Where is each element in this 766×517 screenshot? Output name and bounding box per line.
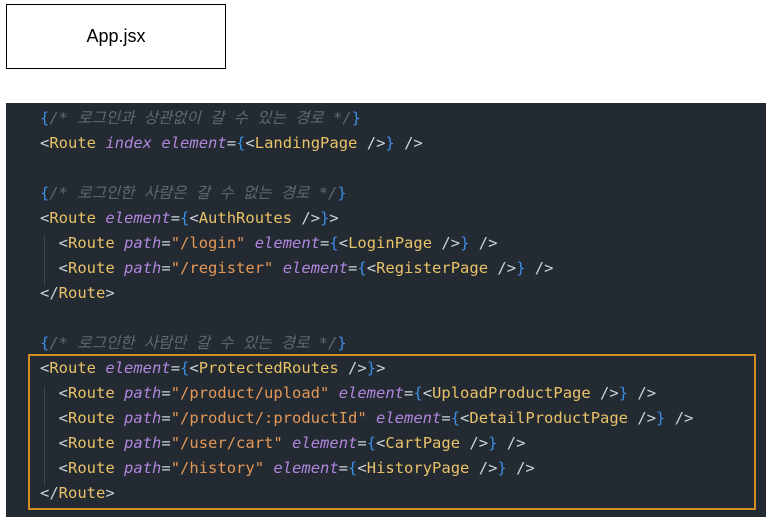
code-tag: Route xyxy=(49,359,97,377)
code-string: "/product/upload" xyxy=(170,384,330,402)
code-tag: Route xyxy=(68,459,115,477)
code-attribute: path xyxy=(124,434,162,452)
code-attribute: path xyxy=(124,259,162,277)
file-name-label: App.jsx xyxy=(6,4,226,69)
code-line: <Route element={<AuthRoutes />}> xyxy=(40,209,339,227)
code-attribute: element xyxy=(105,209,171,227)
code-component: AuthRoutes xyxy=(198,209,293,227)
code-tag: Route xyxy=(68,434,115,452)
code-tag: Route xyxy=(68,234,115,252)
code-component: LoginPage xyxy=(348,234,433,252)
code-attribute: index xyxy=(105,134,153,152)
code-attribute: element xyxy=(161,134,227,152)
code-component: RegisterPage xyxy=(376,259,489,277)
code-component: LandingPage xyxy=(254,134,358,152)
code-line: <Route index element={<LandingPage />} /… xyxy=(40,134,423,152)
code-attribute: element xyxy=(338,384,405,402)
code-attribute: element xyxy=(105,359,171,377)
code-component: DetailProductPage xyxy=(469,409,629,427)
code-tag: Route xyxy=(58,484,106,502)
code-attribute: path xyxy=(124,409,162,427)
code-string: "/history" xyxy=(170,459,265,477)
code-line: <Route path="/product/:productId" elemen… xyxy=(58,409,694,427)
code-line: <Route path="/product/upload" element={<… xyxy=(58,384,657,402)
code-line: <Route path="/user/cart" element={<CartP… xyxy=(58,434,526,452)
code-attribute: path xyxy=(124,384,162,402)
code-component: CartPage xyxy=(385,434,461,452)
code-line: </Route> xyxy=(40,284,115,302)
code-line: {/* 로그인한 사람만 갈 수 있는 경로 */} xyxy=(40,334,347,352)
code-editor[interactable]: {/* 로그인과 상관없이 갈 수 있는 경로 */} <Route index… xyxy=(6,103,766,517)
code-component: ProtectedRoutes xyxy=(198,359,339,377)
code-tag: Route xyxy=(68,259,115,277)
code-attribute: element xyxy=(273,459,339,477)
code-attribute: path xyxy=(124,459,162,477)
code-component: UploadProductPage xyxy=(432,384,591,402)
code-tag: Route xyxy=(49,134,97,152)
code-comment: /* 로그인한 사람만 갈 수 있는 경로 */ xyxy=(49,334,338,352)
code-tag: Route xyxy=(68,384,115,402)
code-comment: /* 로그인과 상관없이 갈 수 있는 경로 */ xyxy=(49,109,352,127)
code-line: <Route path="/history" element={<History… xyxy=(58,459,535,477)
code-attribute: element xyxy=(292,434,358,452)
code-comment: /* 로그인한 사람은 갈 수 없는 경로 */ xyxy=(49,184,338,202)
code-line: {/* 로그인과 상관없이 갈 수 있는 경로 */} xyxy=(40,109,361,127)
code-attribute: element xyxy=(282,259,349,277)
code-string: "/register" xyxy=(170,259,274,277)
code-string: "/login" xyxy=(170,234,246,252)
code-attribute: element xyxy=(376,409,442,427)
code-line: <Route path="/login" element={<LoginPage… xyxy=(58,234,498,252)
code-string: "/user/cart" xyxy=(170,434,283,452)
code-tag: Route xyxy=(58,284,106,302)
code-string: "/product/:productId" xyxy=(170,409,367,427)
code-line: {/* 로그인한 사람은 갈 수 없는 경로 */} xyxy=(40,184,347,202)
code-attribute: element xyxy=(254,234,321,252)
code-line: </Route> xyxy=(40,484,115,502)
code-component: HistoryPage xyxy=(366,459,470,477)
code-tag: Route xyxy=(68,409,115,427)
code-tag: Route xyxy=(49,209,97,227)
code-attribute: path xyxy=(124,234,162,252)
code-line: <Route path="/register" element={<Regist… xyxy=(58,259,554,277)
code-line: <Route element={<ProtectedRoutes />}> xyxy=(40,359,386,377)
